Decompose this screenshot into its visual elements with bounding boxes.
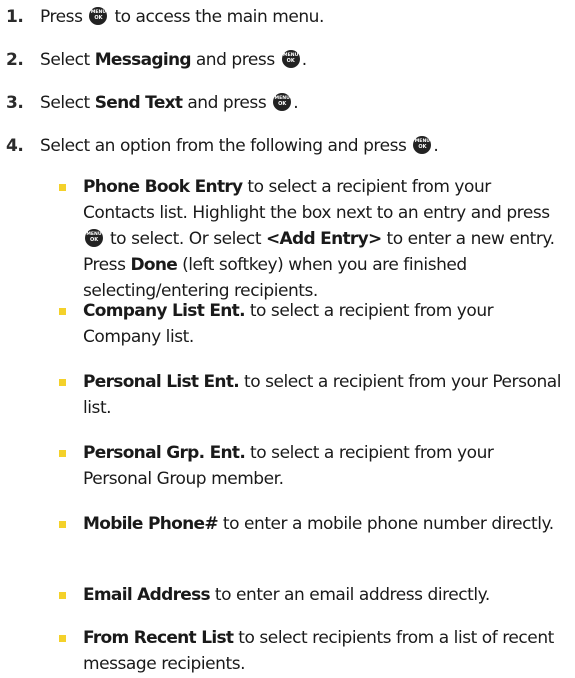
- list-item-text: Personal List Ent. to select a recipient…: [83, 372, 562, 418]
- step-number: 1.: [6, 7, 24, 27]
- bullet-marker: [59, 450, 66, 457]
- list-item-text: Email Address to enter an email address …: [83, 585, 490, 605]
- bullet-marker: [59, 521, 66, 528]
- menu-ok-key-icon: [413, 136, 432, 154]
- step-number: 3.: [6, 93, 24, 113]
- list-item-text: Phone Book Entry to select a recipient f…: [83, 174, 563, 304]
- step-text: Select Send Text and press .: [40, 92, 299, 114]
- step-text: Press to access the main menu.: [40, 6, 324, 28]
- menu-ok-key-icon: [89, 7, 108, 25]
- bullet-marker: [59, 308, 66, 315]
- list-item-text: Personal Grp. Ent. to select a recipient…: [83, 443, 494, 489]
- bullet-marker: [59, 379, 66, 386]
- step-text: Select Messaging and press .: [40, 49, 307, 71]
- step-text: Select an option from the following and …: [40, 135, 439, 157]
- menu-ok-key-icon: [273, 93, 292, 111]
- list-item-text: Company List Ent. to select a recipient …: [83, 301, 494, 347]
- step-number: 2.: [6, 50, 24, 70]
- menu-item-send-text: Send Text: [94, 93, 183, 113]
- list-item-text: Mobile Phone# to enter a mobile phone nu…: [83, 514, 554, 534]
- list-item-text: From Recent List to select recipients fr…: [83, 628, 554, 674]
- bullet-marker: [59, 592, 66, 599]
- bullet-marker: [59, 184, 66, 191]
- menu-ok-key-icon: [281, 50, 300, 68]
- bullet-marker: [59, 635, 66, 642]
- step-number: 4.: [6, 136, 24, 156]
- menu-item-messaging: Messaging: [94, 50, 192, 70]
- menu-ok-key-icon: [85, 229, 103, 247]
